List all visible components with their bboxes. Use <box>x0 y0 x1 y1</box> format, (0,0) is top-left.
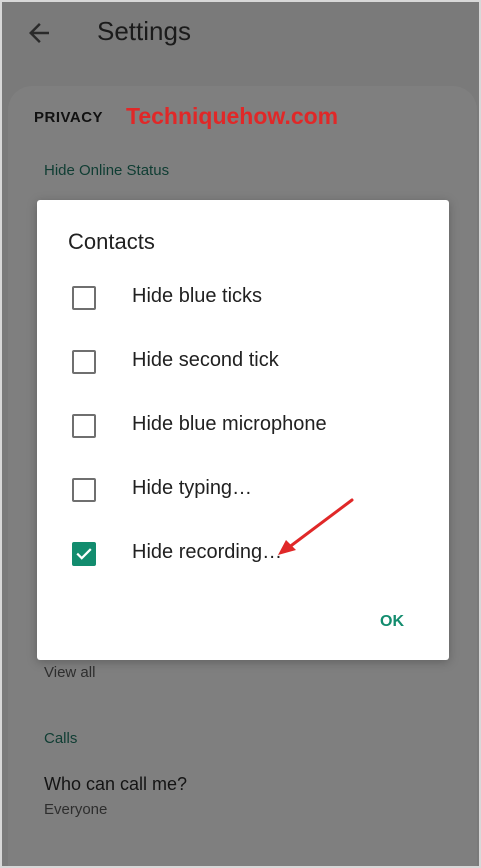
option-label: Hide recording… <box>132 541 283 563</box>
option-hide-recording[interactable]: Hide recording… <box>37 530 449 582</box>
privacy-heading: PRIVACY <box>34 109 104 126</box>
who-can-call-setting[interactable]: Who can call me? <box>44 774 187 795</box>
arrow-back-icon[interactable] <box>24 18 54 48</box>
option-hide-blue-ticks[interactable]: Hide blue ticks <box>37 274 449 326</box>
calls-section-label: Calls <box>44 730 78 747</box>
option-hide-blue-microphone[interactable]: Hide blue microphone <box>37 402 449 454</box>
view-all-link[interactable]: View all <box>44 664 95 681</box>
hide-online-status-label: Hide Online Status <box>44 162 170 179</box>
page-title: Settings <box>97 16 191 46</box>
checkbox-hide-blue-ticks[interactable] <box>72 286 96 310</box>
option-hide-second-tick[interactable]: Hide second tick <box>37 338 449 390</box>
dialog-title: Contacts <box>68 229 155 254</box>
watermark-text: Techniquehow.com <box>126 103 339 129</box>
option-label: Hide blue microphone <box>132 413 327 435</box>
checkbox-hide-typing[interactable] <box>72 478 96 502</box>
option-label: Hide typing… <box>132 477 253 499</box>
checkmark-icon <box>76 548 92 560</box>
ok-button[interactable]: OK <box>367 602 417 642</box>
app-bar: Settings <box>2 2 479 66</box>
checkbox-hide-second-tick[interactable] <box>72 350 96 374</box>
option-hide-typing[interactable]: Hide typing… <box>37 466 449 518</box>
checkbox-hide-blue-microphone[interactable] <box>72 414 96 438</box>
contacts-dialog: Contacts Hide blue ticks Hide second tic… <box>37 200 449 660</box>
phone-frame: Settings PRIVACY Techniquehow.com Hide O… <box>0 0 481 868</box>
option-label: Hide second tick <box>132 349 279 371</box>
annotation-arrow-icon <box>278 498 354 555</box>
who-can-call-value: Everyone <box>44 801 108 818</box>
option-label: Hide blue ticks <box>132 285 263 307</box>
checkbox-hide-recording[interactable] <box>72 542 96 566</box>
